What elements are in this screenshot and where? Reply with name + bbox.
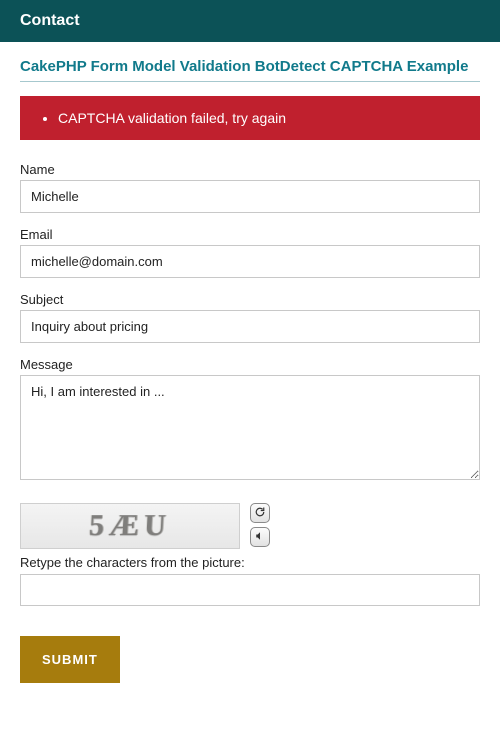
captcha-retype-label: Retype the characters from the picture: — [20, 555, 480, 570]
captcha-display-text: 5ÆU — [88, 509, 171, 544]
email-label: Email — [20, 227, 480, 242]
captcha-row: 5ÆU — [20, 503, 480, 549]
captcha-reload-button[interactable] — [250, 503, 270, 523]
email-input[interactable] — [20, 245, 480, 278]
header-title: Contact — [20, 12, 80, 29]
captcha-sound-button[interactable] — [250, 527, 270, 547]
page-title: CakePHP Form Model Validation BotDetect … — [20, 58, 480, 82]
main-container: CakePHP Form Model Validation BotDetect … — [0, 42, 500, 703]
captcha-input[interactable] — [20, 574, 480, 606]
subject-label: Subject — [20, 292, 480, 307]
error-item: CAPTCHA validation failed, try again — [58, 110, 462, 126]
app-header: Contact — [0, 0, 500, 42]
error-list: CAPTCHA validation failed, try again — [40, 110, 462, 126]
message-field-group: Message — [20, 357, 480, 483]
captcha-buttons — [250, 503, 270, 547]
subject-field-group: Subject — [20, 292, 480, 343]
submit-button[interactable]: SUBMIT — [20, 636, 120, 683]
subject-input[interactable] — [20, 310, 480, 343]
error-box: CAPTCHA validation failed, try again — [20, 96, 480, 140]
email-field-group: Email — [20, 227, 480, 278]
message-label: Message — [20, 357, 480, 372]
message-input[interactable] — [20, 375, 480, 480]
name-input[interactable] — [20, 180, 480, 213]
reload-icon — [254, 506, 266, 521]
name-label: Name — [20, 162, 480, 177]
sound-icon — [254, 530, 266, 545]
captcha-image: 5ÆU — [20, 503, 240, 549]
name-field-group: Name — [20, 162, 480, 213]
